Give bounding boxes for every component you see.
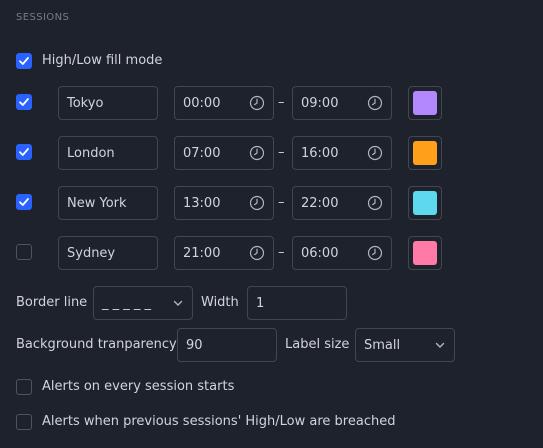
session-start-time-input[interactable]: 21:00 <box>174 236 274 270</box>
clock-icon[interactable] <box>367 245 383 261</box>
checkmark-icon <box>19 98 29 106</box>
clock-icon[interactable] <box>249 245 265 261</box>
session-end-time-input[interactable]: 22:00 <box>292 186 392 220</box>
clock-icon[interactable] <box>367 145 383 161</box>
session-color-picker[interactable] <box>408 236 442 270</box>
background-transparency-input[interactable]: 90 <box>177 328 277 362</box>
session-color-picker[interactable] <box>408 86 442 120</box>
session-name-value: Sydney <box>67 245 116 261</box>
fill-mode-checkbox[interactable] <box>16 53 32 69</box>
clock-icon[interactable] <box>367 95 383 111</box>
time-range-separator: – <box>278 245 285 260</box>
session-enabled-checkbox[interactable] <box>16 244 32 260</box>
session-start-value: 13:00 <box>183 195 221 211</box>
clock-icon[interactable] <box>249 95 265 111</box>
session-color-picker[interactable] <box>408 186 442 220</box>
session-name-value: London <box>67 145 115 161</box>
session-name-value: Tokyo <box>67 95 104 111</box>
session-start-value: 07:00 <box>183 145 221 161</box>
session-start-time-input[interactable]: 13:00 <box>174 186 274 220</box>
label-size-value: Small <box>364 337 401 353</box>
checkmark-icon <box>19 57 29 65</box>
width-input[interactable]: 1 <box>247 286 347 320</box>
background-transparency-label: Background tranparency <box>16 337 177 352</box>
color-swatch <box>413 141 437 165</box>
session-end-value: 22:00 <box>301 195 339 211</box>
session-enabled-checkbox[interactable] <box>16 194 32 210</box>
session-start-time-input[interactable]: 00:00 <box>174 86 274 120</box>
session-enabled-checkbox[interactable] <box>16 144 32 160</box>
session-end-value: 06:00 <box>301 245 339 261</box>
session-end-value: 16:00 <box>301 145 339 161</box>
width-value: 1 <box>256 295 265 311</box>
time-range-separator: – <box>278 145 285 160</box>
session-name-input[interactable]: Tokyo <box>58 86 158 120</box>
border-line-select[interactable]: _ _ _ _ _ <box>93 286 193 320</box>
session-start-value: 21:00 <box>183 245 221 261</box>
alert-high-low-breach-label: Alerts when previous sessions' High/Low … <box>42 414 396 429</box>
session-end-value: 09:00 <box>301 95 339 111</box>
color-swatch <box>413 191 437 215</box>
color-swatch <box>413 241 437 265</box>
checkmark-icon <box>19 148 29 156</box>
chevron-down-icon <box>173 300 183 306</box>
border-line-value: _ _ _ _ _ <box>102 295 152 311</box>
alert-high-low-breach-checkbox[interactable] <box>16 414 32 430</box>
label-size-label: Label size <box>285 337 350 352</box>
session-end-time-input[interactable]: 09:00 <box>292 86 392 120</box>
clock-icon[interactable] <box>367 195 383 211</box>
section-title: SESSIONS <box>16 12 70 23</box>
clock-icon[interactable] <box>249 195 265 211</box>
session-name-input[interactable]: Sydney <box>58 236 158 270</box>
checkmark-icon <box>19 198 29 206</box>
color-swatch <box>413 91 437 115</box>
session-end-time-input[interactable]: 06:00 <box>292 236 392 270</box>
session-enabled-checkbox[interactable] <box>16 94 32 110</box>
label-size-select[interactable]: Small <box>355 328 455 362</box>
time-range-separator: – <box>278 95 285 110</box>
session-name-value: New York <box>67 195 127 211</box>
fill-mode-label: High/Low fill mode <box>42 53 163 68</box>
time-range-separator: – <box>278 195 285 210</box>
background-transparency-value: 90 <box>186 337 203 353</box>
session-end-time-input[interactable]: 16:00 <box>292 136 392 170</box>
session-start-time-input[interactable]: 07:00 <box>174 136 274 170</box>
session-name-input[interactable]: New York <box>58 186 158 220</box>
border-line-label: Border line <box>16 295 88 310</box>
clock-icon[interactable] <box>249 145 265 161</box>
chevron-down-icon <box>435 342 445 348</box>
session-color-picker[interactable] <box>408 136 442 170</box>
alert-session-start-checkbox[interactable] <box>16 379 32 395</box>
width-label: Width <box>201 295 239 310</box>
alert-session-start-label: Alerts on every session starts <box>42 379 235 394</box>
session-name-input[interactable]: London <box>58 136 158 170</box>
session-start-value: 00:00 <box>183 95 221 111</box>
